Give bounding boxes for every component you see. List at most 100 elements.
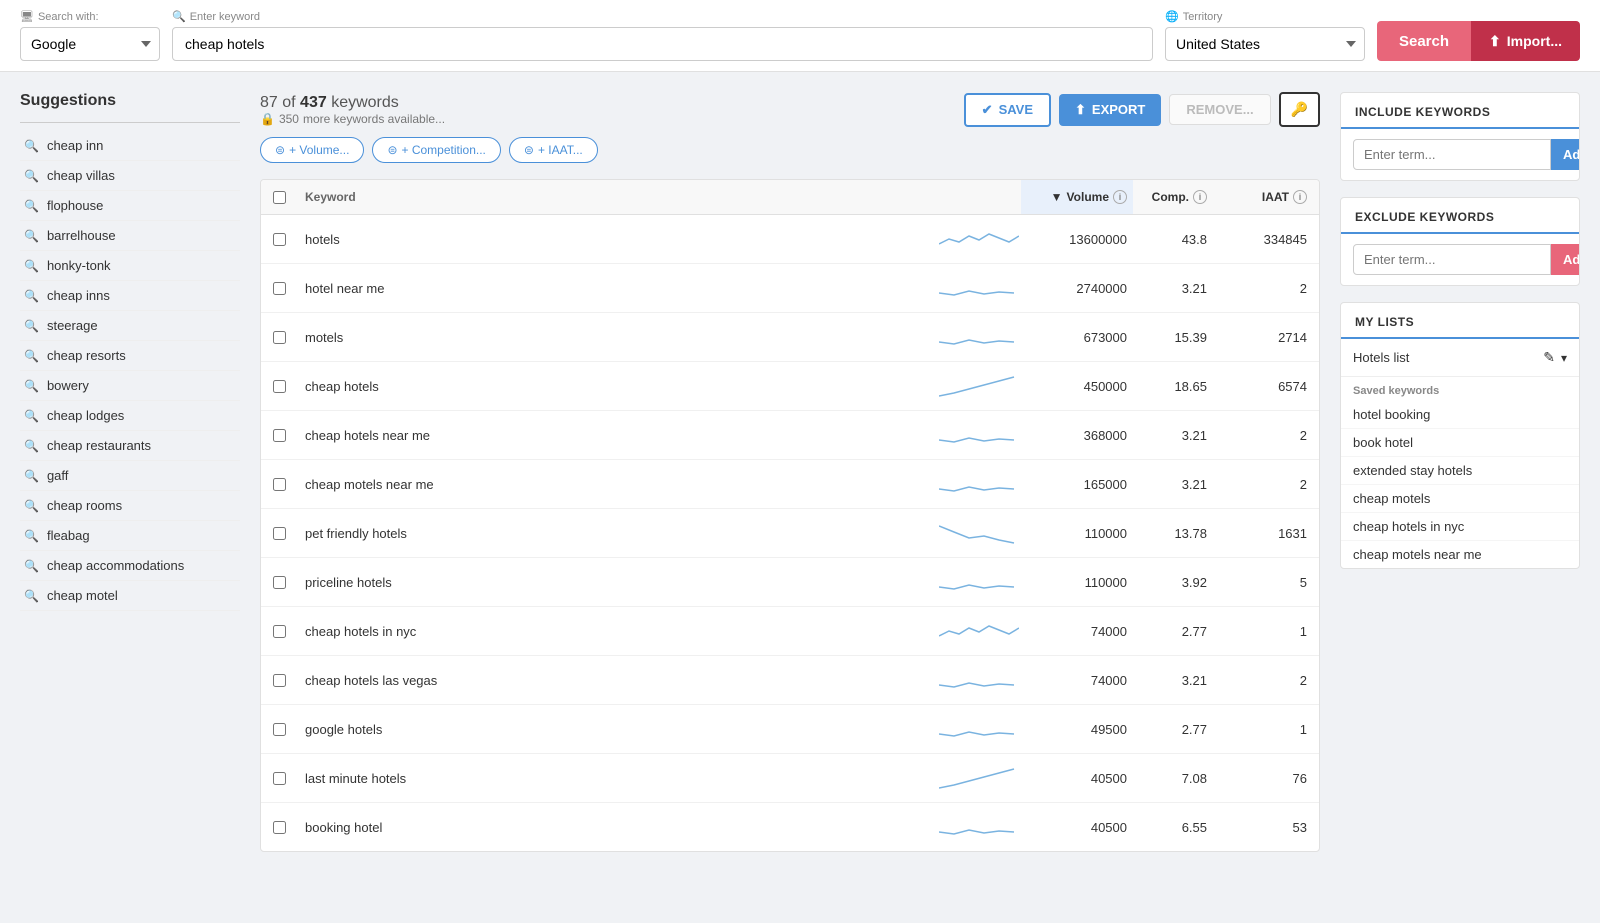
table-body: hotels1360000043.8334845hotel near me274…	[261, 215, 1319, 851]
suggestion-item[interactable]: 🔍honky-tonk	[20, 251, 240, 281]
suggestion-item[interactable]: 🔍cheap resorts	[20, 341, 240, 371]
row-iaat: 1	[1207, 624, 1307, 639]
suggestion-item[interactable]: 🔍cheap inns	[20, 281, 240, 311]
row-checkbox[interactable]	[273, 772, 286, 785]
include-keyword-input[interactable]	[1353, 139, 1551, 170]
search-engine-select[interactable]: Google Bing Yahoo	[20, 27, 160, 61]
row-keyword: cheap hotels las vegas	[305, 673, 907, 688]
top-bar: 🖥 Search with: Google Bing Yahoo 🔍 Enter…	[0, 0, 1600, 72]
header-actions: ✔ SAVE ⬆ EXPORT REMOVE... 🔑	[964, 92, 1320, 127]
row-keyword: cheap hotels near me	[305, 428, 907, 443]
suggestion-item[interactable]: 🔍gaff	[20, 461, 240, 491]
row-volume: 74000	[1027, 673, 1127, 688]
row-iaat: 2	[1207, 477, 1307, 492]
header-volume[interactable]: ▼ Volume i	[1021, 180, 1133, 214]
suggestions-list: 🔍cheap inn🔍cheap villas🔍flophouse🔍barrel…	[20, 131, 240, 611]
key-button[interactable]: 🔑	[1279, 92, 1320, 127]
row-chart	[907, 518, 1027, 548]
remove-button[interactable]: REMOVE...	[1169, 94, 1270, 125]
table-header: Keyword ▼ Volume i Comp. i IAAT i	[261, 180, 1319, 215]
volume-filter-chip[interactable]: ⊜ + Volume...	[260, 137, 364, 163]
row-comp: 3.21	[1127, 673, 1207, 688]
suggestion-item[interactable]: 🔍steerage	[20, 311, 240, 341]
row-volume: 165000	[1027, 477, 1127, 492]
table-row: last minute hotels405007.0876	[261, 754, 1319, 803]
row-volume: 40500	[1027, 771, 1127, 786]
table-row: priceline hotels1100003.925	[261, 558, 1319, 607]
export-button[interactable]: ⬆ EXPORT	[1059, 94, 1161, 126]
suggestion-item[interactable]: 🔍cheap accommodations	[20, 551, 240, 581]
saved-keywords-list: hotel bookingbook hotelextended stay hot…	[1341, 401, 1579, 568]
exclude-keyword-input[interactable]	[1353, 244, 1551, 275]
suggestion-item[interactable]: 🔍fleabag	[20, 521, 240, 551]
competition-filter-chip[interactable]: ⊜ + Competition...	[372, 137, 500, 163]
suggestion-item[interactable]: 🔍cheap villas	[20, 161, 240, 191]
suggestion-item[interactable]: 🔍barrelhouse	[20, 221, 240, 251]
suggestion-search-icon: 🔍	[24, 229, 39, 243]
territory-label: 🌐 Territory	[1165, 10, 1365, 23]
row-iaat: 1631	[1207, 526, 1307, 541]
row-comp: 15.39	[1127, 330, 1207, 345]
suggestion-item[interactable]: 🔍flophouse	[20, 191, 240, 221]
row-checkbox[interactable]	[273, 625, 286, 638]
table-row: pet friendly hotels11000013.781631	[261, 509, 1319, 558]
header-check[interactable]	[273, 190, 305, 204]
row-checkbox[interactable]	[273, 331, 286, 344]
row-volume: 74000	[1027, 624, 1127, 639]
row-keyword: last minute hotels	[305, 771, 907, 786]
row-check-col	[273, 625, 305, 638]
suggestion-item[interactable]: 🔍cheap lodges	[20, 401, 240, 431]
territory-select[interactable]: United States United Kingdom Canada Aust…	[1165, 27, 1365, 61]
row-comp: 43.8	[1127, 232, 1207, 247]
volume-info-icon: i	[1113, 190, 1127, 204]
suggestion-item[interactable]: 🔍cheap restaurants	[20, 431, 240, 461]
include-input-row: Add	[1341, 129, 1579, 180]
row-chart	[907, 469, 1027, 499]
main-layout: Suggestions 🔍cheap inn🔍cheap villas🔍flop…	[0, 72, 1600, 915]
row-chart	[907, 616, 1027, 646]
row-checkbox[interactable]	[273, 576, 286, 589]
select-all-checkbox[interactable]	[273, 191, 286, 204]
monitor-icon: 🖥	[20, 10, 34, 23]
row-checkbox[interactable]	[273, 380, 286, 393]
row-volume: 673000	[1027, 330, 1127, 345]
row-iaat: 53	[1207, 820, 1307, 835]
row-chart	[907, 224, 1027, 254]
row-checkbox[interactable]	[273, 429, 286, 442]
row-check-col	[273, 772, 305, 785]
row-checkbox[interactable]	[273, 674, 286, 687]
row-check-col	[273, 380, 305, 393]
row-checkbox[interactable]	[273, 527, 286, 540]
suggestion-item[interactable]: 🔍bowery	[20, 371, 240, 401]
iaat-filter-chip[interactable]: ⊜ + IAAT...	[509, 137, 598, 163]
row-keyword: cheap motels near me	[305, 477, 907, 492]
row-checkbox[interactable]	[273, 723, 286, 736]
row-checkbox[interactable]	[273, 233, 286, 246]
row-keyword: priceline hotels	[305, 575, 907, 590]
suggestion-label: honky-tonk	[47, 258, 111, 273]
row-checkbox[interactable]	[273, 282, 286, 295]
list-edit-button[interactable]: ✎	[1543, 349, 1555, 366]
keywords-header: 87 of 437 keywords 🔒 350 more keywords a…	[260, 92, 1320, 127]
import-button[interactable]: ⬆ Import...	[1471, 21, 1580, 61]
search-button[interactable]: Search	[1377, 21, 1471, 61]
row-comp: 2.77	[1127, 624, 1207, 639]
include-add-button[interactable]: Add	[1551, 139, 1580, 170]
row-comp: 2.77	[1127, 722, 1207, 737]
suggestion-label: cheap restaurants	[47, 438, 151, 453]
suggestion-label: steerage	[47, 318, 98, 333]
suggestion-item[interactable]: 🔍cheap rooms	[20, 491, 240, 521]
row-checkbox[interactable]	[273, 821, 286, 834]
row-checkbox[interactable]	[273, 478, 286, 491]
row-iaat: 2	[1207, 428, 1307, 443]
suggestion-item[interactable]: 🔍cheap motel	[20, 581, 240, 611]
suggestion-item[interactable]: 🔍cheap inn	[20, 131, 240, 161]
exclude-add-button[interactable]: Add	[1551, 244, 1580, 275]
keyword-input[interactable]	[172, 27, 1153, 61]
save-button[interactable]: ✔ SAVE	[964, 93, 1051, 127]
row-chart	[907, 420, 1027, 450]
list-chevron-button[interactable]: ▾	[1561, 351, 1567, 365]
suggestion-search-icon: 🔍	[24, 379, 39, 393]
total-count: 437	[300, 94, 327, 111]
header-iaat: IAAT i	[1207, 190, 1307, 204]
